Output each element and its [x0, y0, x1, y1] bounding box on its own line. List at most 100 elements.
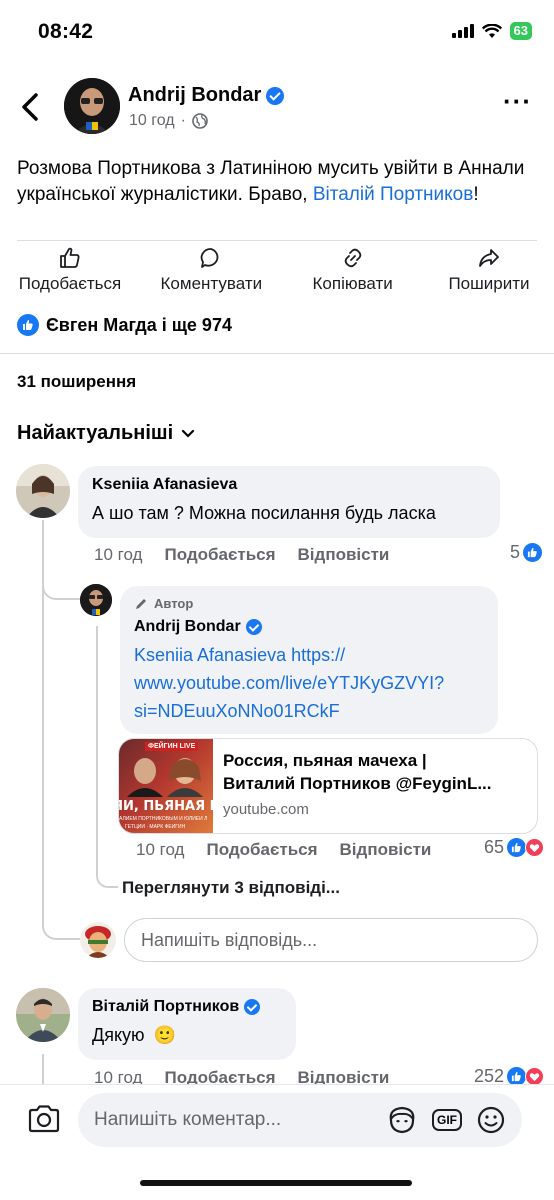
comment-label: Коментувати — [160, 274, 263, 293]
link-icon — [344, 248, 361, 268]
reply-url-link-3[interactable]: si=NDEuuXoNNo01RCkF — [134, 701, 340, 721]
comment-meta: 10 год Подобається Відповісти — [94, 545, 389, 565]
video-thumbnail: ФЕЙГИН LIVE ЯИ, ПЬЯНАЯ МА АЛИЕМ ПОРТНИКО… — [119, 739, 223, 833]
post-divider — [17, 240, 537, 241]
reply-url-link-1[interactable]: https:// — [291, 645, 345, 665]
reply-time[interactable]: 10 год — [136, 840, 184, 860]
link-card-body: Россия, пьяная мачеха | Виталий Портнико… — [213, 739, 502, 833]
smile-emoji-icon: 🙂 — [153, 1025, 176, 1045]
post-mention-link[interactable]: Віталій Портников — [313, 184, 474, 205]
back-arrow-icon[interactable] — [20, 92, 42, 122]
reply-text: Kseniia Afanasieva https:// www.youtube.… — [134, 641, 484, 725]
post-text: Розмова Портникова з Латиніною мусить ув… — [17, 156, 537, 208]
thumbnail-caption: АЛИЕМ ПОРТНИКОВЫМ И ЮЛИЕЙ Л — [119, 816, 208, 822]
comment-reply-button[interactable]: Відповісти — [298, 545, 390, 565]
post-author-name[interactable]: Andrij Bondar — [128, 84, 261, 107]
like-reaction-icon — [17, 314, 39, 336]
love-reaction-icon — [525, 838, 544, 857]
shares-count[interactable]: 31 поширення — [17, 372, 136, 392]
share-arrow-icon — [479, 249, 499, 267]
comment-author[interactable]: Віталій Портников — [92, 998, 282, 1016]
comment-like-button[interactable]: Подобається — [164, 545, 275, 565]
reply-input[interactable]: Напишіть відповідь... — [124, 918, 538, 962]
reply-input-placeholder: Напишіть відповідь... — [141, 929, 318, 950]
comment-input-placeholder: Напишіть коментар... — [94, 1109, 282, 1130]
reactions-text: Євген Магда і ще 974 — [46, 314, 232, 335]
pen-icon — [136, 598, 146, 609]
link-card-title-line2: Виталий Портников @FeyginL... — [223, 774, 492, 793]
emoji-icon[interactable] — [476, 1105, 506, 1135]
wifi-icon — [481, 23, 502, 38]
reply-url-link-2[interactable]: www.youtube.com/live/eYTJKyGZVYI? — [134, 673, 444, 693]
reply-reaction-count: 65 — [483, 837, 504, 857]
post-meta: 10 год · — [129, 112, 208, 130]
cellular-signal-icon — [451, 24, 474, 38]
sort-dropdown[interactable]: Найактуальніші — [17, 422, 195, 445]
link-preview-card[interactable]: ФЕЙГИН LIVE ЯИ, ПЬЯНАЯ МА АЛИЕМ ПОРТНИКО… — [118, 738, 538, 834]
status-time: 08:42 — [38, 20, 94, 43]
post-text-end: ! — [473, 184, 479, 205]
post-time[interactable]: 10 год — [129, 112, 175, 130]
comment-text: А шо там ? Можна посилання будь ласка — [92, 503, 436, 523]
comment-button[interactable]: Коментувати — [151, 246, 271, 294]
thumbnail-channel: ФЕЙГИН LIVE — [145, 742, 199, 751]
reply-author-name[interactable]: Andrij Bondar — [134, 618, 241, 636]
thread-branch — [96, 860, 118, 888]
reply-reactions[interactable]: 65 — [484, 837, 544, 858]
thumbs-up-icon — [60, 247, 80, 268]
home-indicator — [140, 1180, 412, 1186]
globe-icon — [192, 113, 208, 129]
comment-text-body: Дякую — [92, 1025, 145, 1045]
comment-reaction-count: 5 — [509, 542, 520, 562]
like-label: Подобається — [18, 274, 122, 293]
battery-indicator: 63 — [509, 22, 532, 40]
link-card-title-line1: Россия, пьяная мачеха | — [223, 751, 427, 770]
like-button[interactable]: Подобається — [10, 246, 130, 294]
thread-line — [96, 626, 98, 870]
author-badge-label: Автор — [154, 596, 194, 611]
thumbnail-caption-2: ГЕТЦИЙ · МАРК ФЕЙГИН — [125, 824, 186, 830]
post-author[interactable]: Andrij Bondar — [128, 84, 285, 107]
link-card-domain: youtube.com — [223, 801, 309, 818]
reply-author[interactable]: Andrij Bondar — [134, 618, 484, 636]
status-icons: 63 — [451, 22, 532, 40]
more-options-icon[interactable]: ··· — [503, 88, 532, 114]
share-label: Поширити — [448, 274, 530, 293]
copy-button[interactable]: Копіювати — [293, 246, 413, 294]
comment-time[interactable]: 10 год — [94, 545, 142, 565]
verified-badge-icon — [244, 999, 261, 1015]
avatar-sticker-icon[interactable] — [386, 1105, 418, 1135]
reply-reply-button[interactable]: Відповісти — [340, 840, 432, 860]
comment-input[interactable]: Напишіть коментар... GIF — [78, 1093, 522, 1147]
author-badge: Автор — [134, 596, 484, 611]
reply-meta: 10 год Подобається Відповісти — [136, 840, 431, 860]
meta-separator: · — [180, 112, 186, 129]
reply-like-button[interactable]: Подобається — [206, 840, 317, 860]
camera-icon[interactable] — [27, 1104, 61, 1134]
comment-bubble[interactable]: Віталій Портников Дякую 🙂 — [78, 988, 296, 1060]
sort-label: Найактуальніші — [17, 422, 174, 444]
commenter-avatar[interactable] — [16, 988, 70, 1042]
post-actions: Подобається Коментувати Копіювати Пошири… — [0, 246, 554, 294]
thumbnail-people — [127, 758, 203, 797]
comment-author[interactable]: Kseniia Afanasieva — [92, 476, 486, 494]
thread-branch — [42, 900, 80, 940]
reply-author-avatar[interactable] — [80, 584, 112, 616]
commenter-avatar[interactable] — [16, 464, 70, 518]
comment-author-name[interactable]: Віталій Портников — [92, 998, 239, 1016]
reply-mention-link[interactable]: Kseniia Afanasieva — [134, 645, 286, 665]
view-replies-link[interactable]: Переглянути 3 відповіді... — [122, 878, 340, 898]
comment-bubble-icon — [201, 248, 219, 268]
link-card-title: Россия, пьяная мачеха | Виталий Портнико… — [223, 749, 492, 795]
reply-bubble[interactable]: Автор Andrij Bondar Kseniia Afanasieva h… — [120, 586, 498, 734]
reactions-summary[interactable]: Євген Магда і ще 974 — [17, 314, 232, 336]
like-reaction-icon — [507, 838, 526, 857]
comment-reactions[interactable]: 5 — [510, 542, 542, 563]
my-avatar — [80, 922, 116, 958]
like-reaction-icon — [523, 543, 542, 562]
gif-button[interactable]: GIF — [432, 1109, 462, 1131]
comment-bubble[interactable]: Kseniia Afanasieva А шо там ? Можна поси… — [78, 466, 500, 538]
author-avatar[interactable] — [64, 78, 120, 134]
share-button[interactable]: Поширити — [434, 246, 544, 294]
copy-label: Копіювати — [312, 274, 393, 293]
